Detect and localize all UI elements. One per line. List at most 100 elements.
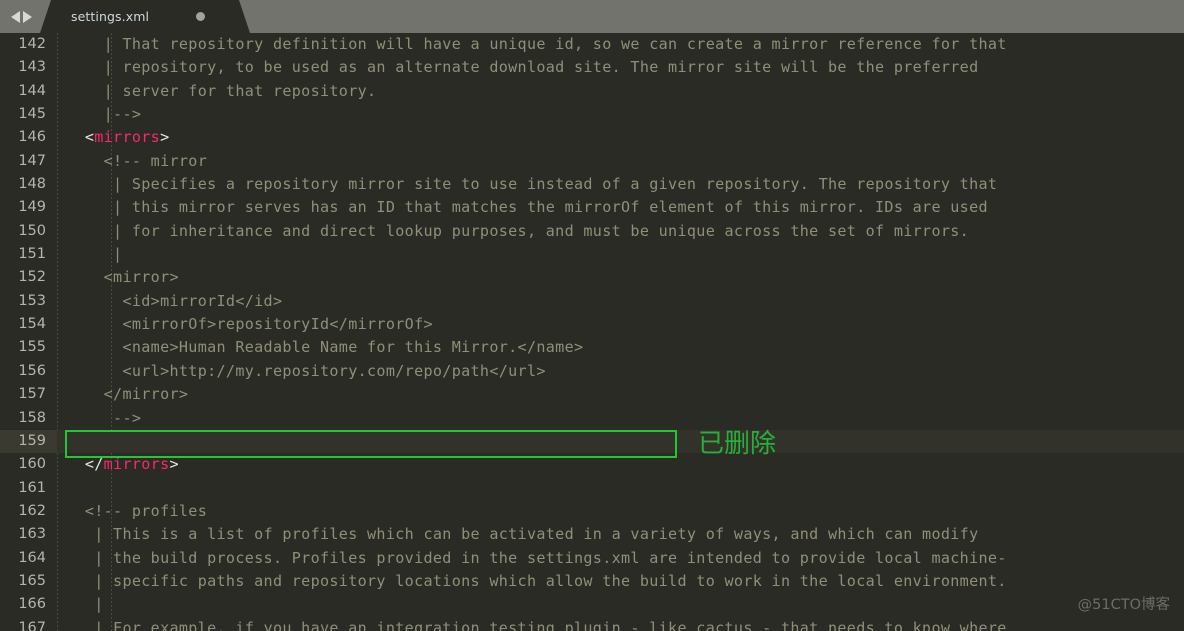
code-line[interactable]: 163 | This is a list of profiles which c…	[0, 523, 1184, 546]
code-line[interactable]: 160 </mirrors>	[0, 453, 1184, 476]
code-line-text[interactable]: | for inheritance and direct lookup purp…	[57, 220, 1184, 243]
code-token-comment: |	[66, 595, 104, 614]
code-line-text[interactable]: <name>Human Readable Name for this Mirro…	[57, 336, 1184, 359]
line-number: 143	[18, 59, 46, 76]
code-line[interactable]: 149 | this mirror serves has an ID that …	[0, 196, 1184, 219]
code-line-text[interactable]: -->	[57, 407, 1184, 430]
code-token-comment: | Specifies a repository mirror site to …	[66, 175, 998, 194]
line-number: 154	[18, 316, 46, 333]
code-line-text[interactable]: <mirrors>	[57, 126, 1184, 149]
code-lines[interactable]: 142 | That repository definition will ha…	[0, 33, 1184, 631]
tab-modified-dot[interactable]	[196, 12, 205, 21]
code-token-comment: | this mirror serves has an ID that matc…	[66, 198, 988, 217]
tab-settings-xml[interactable]: settings.xml	[40, 0, 250, 33]
code-token-tag: mirrors	[103, 455, 170, 474]
code-line-text[interactable]: <mirror>	[57, 266, 1184, 289]
code-line[interactable]: 167 | For example, if you have an integr…	[0, 617, 1184, 631]
code-token-comment: | server for that repository.	[66, 81, 377, 100]
code-line-text[interactable]: <!-- profiles	[57, 500, 1184, 523]
line-number: 155	[18, 339, 46, 356]
code-line-text[interactable]: |	[57, 243, 1184, 266]
code-line[interactable]: 157 </mirror>	[0, 383, 1184, 406]
code-line-text[interactable]: | That repository definition will have a…	[57, 33, 1184, 56]
code-line-text[interactable]: | This is a list of profiles which can b…	[57, 523, 1184, 546]
code-line-text[interactable]: <id>mirrorId</id>	[57, 290, 1184, 313]
code-token-punct: </	[66, 455, 104, 474]
code-line[interactable]: 155 <name>Human Readable Name for this M…	[0, 336, 1184, 359]
code-line-text[interactable]: </mirrors>	[57, 453, 1184, 476]
code-line[interactable]: 144 | server for that repository.	[0, 80, 1184, 103]
code-line[interactable]: 162 <!-- profiles	[0, 500, 1184, 523]
editor-window: settings.xml 142 | That repository defin…	[0, 0, 1184, 631]
code-line-text[interactable]: | For example, if you have an integratio…	[57, 617, 1184, 631]
code-token-comment: <mirrorOf>repositoryId</mirrorOf>	[66, 315, 433, 334]
code-line[interactable]: 150 | for inheritance and direct lookup …	[0, 220, 1184, 243]
code-line-text[interactable]: | repository, to be used as an alternate…	[57, 56, 1184, 79]
code-line[interactable]: 142 | That repository definition will ha…	[0, 33, 1184, 56]
tab-strip: settings.xml	[40, 0, 1184, 33]
line-number: 164	[18, 549, 46, 566]
code-line-text[interactable]: | this mirror serves has an ID that matc…	[57, 196, 1184, 219]
code-line-text[interactable]: | Specifies a repository mirror site to …	[57, 173, 1184, 196]
line-number: 166	[18, 596, 46, 613]
line-number: 150	[18, 222, 46, 239]
code-line[interactable]: 165 | specific paths and repository loca…	[0, 570, 1184, 593]
code-token-comment: <id>mirrorId</id>	[66, 291, 283, 310]
tab-bar: settings.xml	[0, 0, 1184, 33]
code-token-comment: | for inheritance and direct lookup purp…	[66, 221, 970, 240]
line-number: 148	[18, 176, 46, 193]
line-number: 162	[18, 502, 46, 519]
code-line-text[interactable]: <!-- mirror	[57, 150, 1184, 173]
code-line[interactable]: 153 <id>mirrorId</id>	[0, 290, 1184, 313]
line-number: 159	[0, 429, 57, 454]
code-line-text[interactable]	[57, 477, 1184, 500]
line-number: 160	[18, 456, 46, 473]
code-line[interactable]: 146 <mirrors>	[0, 126, 1184, 149]
code-line[interactable]: 164 | the build process. Profiles provid…	[0, 547, 1184, 570]
line-number: 156	[18, 362, 46, 379]
arrow-right-icon[interactable]	[22, 10, 32, 23]
line-number: 152	[18, 269, 46, 286]
code-line[interactable]: 148 | Specifies a repository mirror site…	[0, 173, 1184, 196]
code-token-comment: | repository, to be used as an alternate…	[66, 58, 979, 77]
code-line-text[interactable]: | server for that repository.	[57, 80, 1184, 103]
line-number: 146	[18, 129, 46, 146]
code-line-text[interactable]	[57, 429, 1184, 454]
code-line[interactable]: 159	[0, 429, 1184, 454]
code-line-text[interactable]: </mirror>	[57, 383, 1184, 406]
code-token-comment: | For example, if you have an integratio…	[66, 618, 1007, 631]
tab-nav-arrows[interactable]	[0, 0, 40, 33]
code-line[interactable]: 151 |	[0, 243, 1184, 266]
tab-label: settings.xml	[71, 9, 150, 24]
code-token-comment: <mirror>	[66, 268, 179, 287]
code-token-comment: |	[66, 245, 123, 264]
code-line-text[interactable]: | specific paths and repository location…	[57, 570, 1184, 593]
code-token-comment: <!-- mirror	[66, 151, 208, 170]
code-token-tag: mirrors	[94, 128, 161, 147]
code-line-text[interactable]: <url>http://my.repository.com/repo/path<…	[57, 360, 1184, 383]
line-number: 151	[18, 246, 46, 263]
code-token-punct: >	[160, 128, 170, 147]
code-line[interactable]: 158 -->	[0, 407, 1184, 430]
line-number: 147	[18, 152, 46, 169]
code-line[interactable]: 143 | repository, to be used as an alter…	[0, 56, 1184, 79]
code-line-text[interactable]: | the build process. Profiles provided i…	[57, 547, 1184, 570]
code-token-punct: >	[169, 455, 179, 474]
line-number: 157	[18, 386, 46, 403]
code-line[interactable]: 156 <url>http://my.repository.com/repo/p…	[0, 360, 1184, 383]
code-line-text[interactable]: |-->	[57, 103, 1184, 126]
code-line[interactable]: 154 <mirrorOf>repositoryId</mirrorOf>	[0, 313, 1184, 336]
code-token-comment: | specific paths and repository location…	[66, 571, 1007, 590]
code-line-text[interactable]: <mirrorOf>repositoryId</mirrorOf>	[57, 313, 1184, 336]
code-line[interactable]: 145 |-->	[0, 103, 1184, 126]
line-number: 158	[18, 409, 46, 426]
code-editor-area[interactable]: 142 | That repository definition will ha…	[0, 33, 1184, 631]
code-line[interactable]: 147 <!-- mirror	[0, 150, 1184, 173]
code-token-punct: <	[66, 128, 95, 147]
line-number: 161	[18, 479, 46, 496]
code-line[interactable]: 152 <mirror>	[0, 266, 1184, 289]
code-line[interactable]: 166 |	[0, 593, 1184, 616]
code-line[interactable]: 161	[0, 477, 1184, 500]
arrow-left-icon[interactable]	[10, 10, 20, 23]
code-line-text[interactable]: |	[57, 593, 1184, 616]
